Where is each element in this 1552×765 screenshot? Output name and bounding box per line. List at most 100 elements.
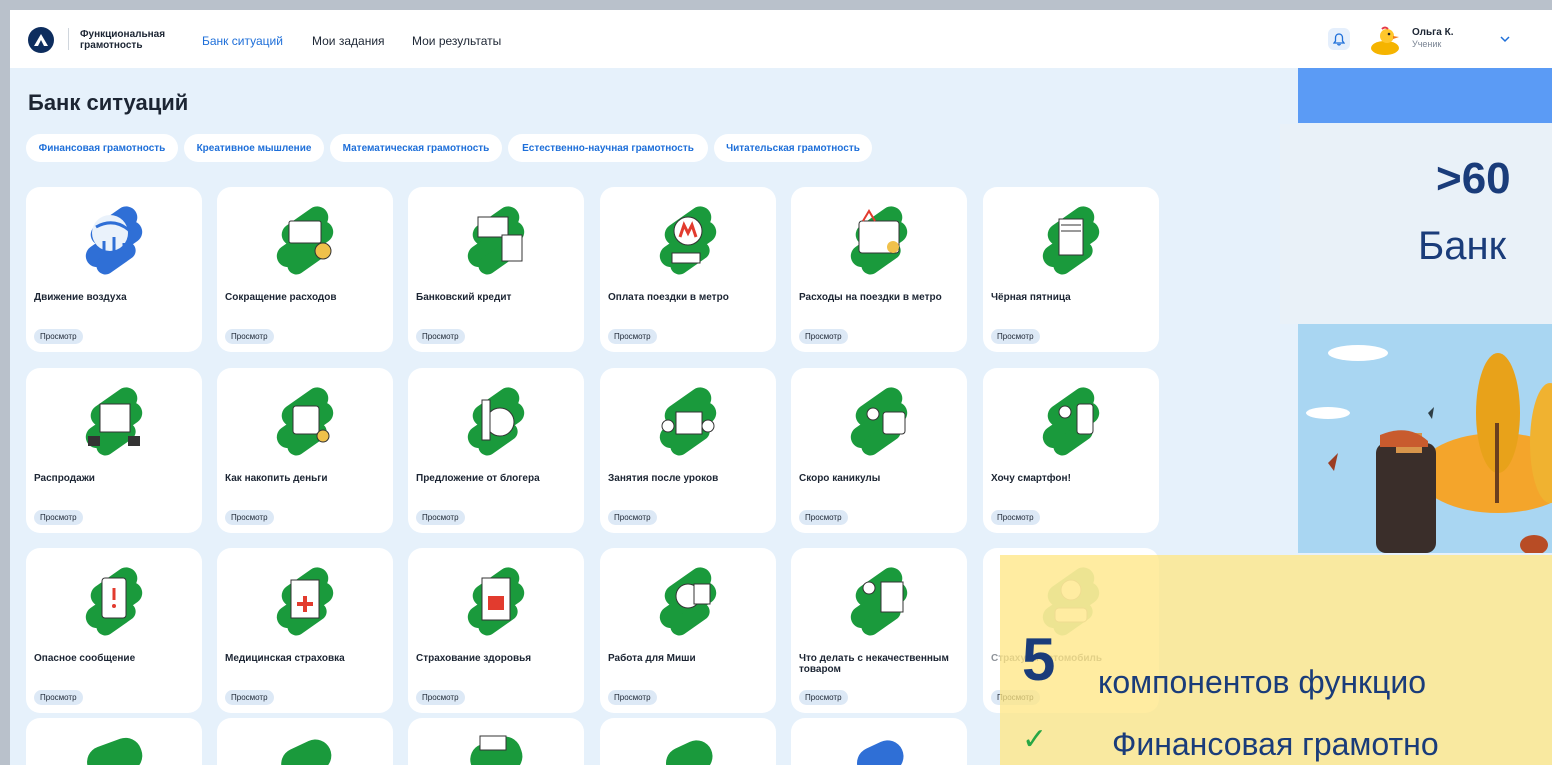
- view-button[interactable]: Просмотр: [608, 510, 657, 525]
- view-button[interactable]: Просмотр: [799, 329, 848, 344]
- autumn-park-illustration: [1298, 323, 1552, 553]
- situation-card[interactable]: Предложение от блогера Просмотр: [408, 368, 584, 533]
- card-illustration-icon: [659, 387, 717, 456]
- card-illustration-icon: [470, 735, 523, 765]
- card-title: Страхование здоровья: [416, 653, 532, 664]
- card-title: Медицинская страховка: [225, 653, 345, 664]
- overlay-blue-band: [1298, 68, 1552, 123]
- situation-card[interactable]: Как накопить деньги Просмотр: [217, 368, 393, 533]
- card-title: Работа для Миши: [608, 653, 696, 664]
- card-partial[interactable]: [408, 718, 584, 765]
- situation-card[interactable]: Медицинская страховка Просмотр: [217, 548, 393, 713]
- card-illustration-icon: [467, 387, 525, 456]
- card-partial[interactable]: [791, 718, 967, 765]
- situation-card[interactable]: Сокращение расходов Просмотр: [217, 187, 393, 352]
- view-button[interactable]: Просмотр: [799, 510, 848, 525]
- view-button[interactable]: Просмотр: [225, 329, 274, 344]
- notifications-button[interactable]: [1328, 28, 1350, 50]
- duck-avatar[interactable]: [1368, 24, 1402, 56]
- user-area: Ольга К. Ученик: [1308, 10, 1552, 68]
- brand-name: Функциональная грамотность: [80, 29, 165, 51]
- view-button[interactable]: Просмотр: [225, 690, 274, 705]
- card-title: Предложение от блогера: [416, 473, 540, 484]
- card-illustration-icon: [467, 206, 525, 275]
- filter-creative-thinking[interactable]: Креативное мышление: [184, 134, 324, 162]
- situation-card[interactable]: Расходы на поездки в метро Просмотр: [791, 187, 967, 352]
- card-title: Что делать с некачественным товаром: [799, 653, 949, 675]
- page-title: Банк ситуаций: [28, 90, 189, 115]
- stat-number: >60: [1436, 154, 1511, 203]
- view-button[interactable]: Просмотр: [608, 329, 657, 344]
- situation-card[interactable]: Скоро каникулы Просмотр: [791, 368, 967, 533]
- filter-science-literacy[interactable]: Естественно-научная грамотность: [508, 134, 708, 162]
- situation-card[interactable]: Движение воздуха Просмотр: [26, 187, 202, 352]
- card-illustration-icon: [659, 567, 717, 636]
- card-title: Движение воздуха: [34, 292, 127, 303]
- view-button[interactable]: Просмотр: [416, 510, 465, 525]
- situation-card[interactable]: Занятия после уроков Просмотр: [600, 368, 776, 533]
- user-name[interactable]: Ольга К.: [1412, 27, 1454, 38]
- view-button[interactable]: Просмотр: [416, 329, 465, 344]
- card-illustration-icon: [467, 567, 525, 636]
- big-number: 5: [1022, 626, 1056, 693]
- view-button[interactable]: Просмотр: [991, 329, 1040, 344]
- card-title: Расходы на поездки в метро: [799, 292, 942, 303]
- bell-icon: [1333, 32, 1345, 46]
- card-title: Банковский кредит: [416, 292, 512, 303]
- filter-math-literacy[interactable]: Математическая грамотность: [330, 134, 502, 162]
- stat-label: Банк: [1418, 224, 1507, 268]
- situation-card[interactable]: Страхование здоровья Просмотр: [408, 548, 584, 713]
- chevron-down-icon[interactable]: [1498, 32, 1512, 46]
- card-illustration-icon: [659, 206, 717, 275]
- filter-financial-literacy[interactable]: Финансовая грамотность: [26, 134, 178, 162]
- card-illustration-icon: [276, 387, 334, 456]
- situation-card[interactable]: Банковский кредит Просмотр: [408, 187, 584, 352]
- checkmark-icon: ✓: [1022, 723, 1048, 756]
- autumn-illustration: [1298, 323, 1552, 553]
- situation-card[interactable]: Что делать с некачественным товаром Просм…: [791, 548, 967, 713]
- first-component-text: Финансовая грамотно: [1112, 726, 1439, 762]
- card-title: Опасное сообщение: [34, 653, 136, 664]
- components-text: компонентов функцио: [1098, 664, 1427, 700]
- card-illustration-icon: [281, 739, 332, 765]
- situation-card[interactable]: Работа для Миши Просмотр: [600, 548, 776, 713]
- card-partial[interactable]: [26, 718, 202, 765]
- card-illustration-icon: [1042, 206, 1100, 275]
- situation-card[interactable]: Хочу смартфон! Просмотр: [983, 368, 1159, 533]
- user-role: Ученик: [1412, 39, 1442, 49]
- view-button[interactable]: Просмотр: [34, 690, 83, 705]
- card-illustration-icon: [850, 206, 908, 275]
- nav-my-results[interactable]: Мои результаты: [412, 34, 501, 48]
- view-button[interactable]: Просмотр: [991, 510, 1040, 525]
- card-title: Занятия после уроков: [608, 473, 719, 484]
- card-illustration-icon: [276, 206, 334, 275]
- card-title: Хочу смартфон!: [991, 473, 1071, 484]
- situation-card[interactable]: Распродажи Просмотр: [26, 368, 202, 533]
- card-illustration-icon: [850, 387, 908, 456]
- stat-card: >60 Банк: [1280, 124, 1552, 324]
- view-button[interactable]: Просмотр: [799, 690, 848, 705]
- card-illustration-icon: [85, 387, 143, 456]
- situation-card[interactable]: Опасное сообщение Просмотр: [26, 548, 202, 713]
- card-illustration-icon: [85, 567, 143, 636]
- brand-line-1: Функциональная: [80, 29, 166, 40]
- card-partial[interactable]: [600, 718, 776, 765]
- view-button[interactable]: Просмотр: [416, 690, 465, 705]
- brand-line-2: грамотность: [80, 40, 143, 51]
- view-button[interactable]: Просмотр: [34, 510, 83, 525]
- nav-bank-situations[interactable]: Банк ситуаций: [202, 34, 283, 48]
- card-title: Сокращение расходов: [225, 292, 337, 303]
- situation-card[interactable]: Оплата поездки в метро Просмотр: [600, 187, 776, 352]
- card-illustration-icon: [85, 206, 143, 275]
- view-button[interactable]: Просмотр: [34, 329, 83, 344]
- filter-reading-literacy[interactable]: Читательская грамотность: [714, 134, 872, 162]
- nav-my-tasks[interactable]: Мои задания: [312, 34, 385, 48]
- card-title: Распродажи: [34, 473, 95, 484]
- card-illustration-icon: [1042, 387, 1100, 456]
- logo-icon[interactable]: [28, 27, 54, 53]
- card-partial[interactable]: [217, 718, 393, 765]
- situation-card[interactable]: Чёрная пятница Просмотр: [983, 187, 1159, 352]
- card-illustration-icon: [87, 737, 143, 765]
- view-button[interactable]: Просмотр: [225, 510, 274, 525]
- view-button[interactable]: Просмотр: [608, 690, 657, 705]
